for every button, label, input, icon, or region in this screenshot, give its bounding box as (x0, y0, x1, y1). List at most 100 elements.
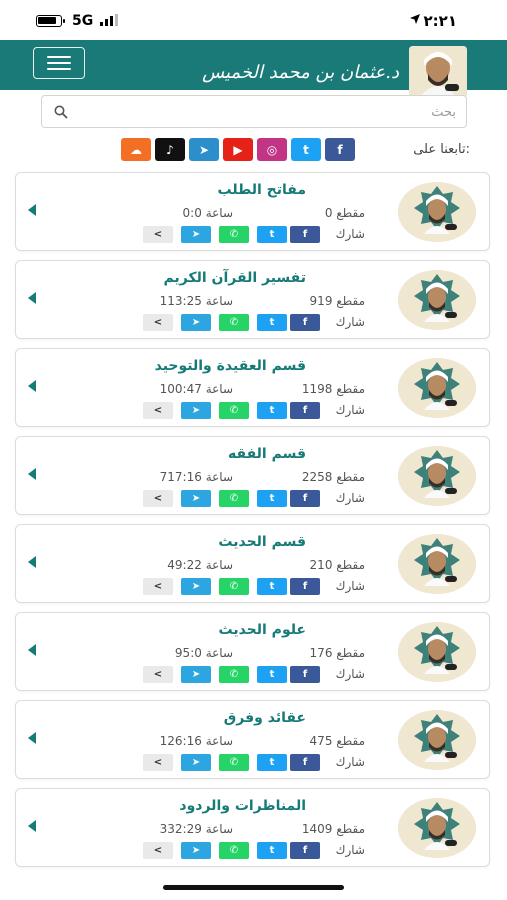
facebook-follow-button[interactable]: f (325, 138, 355, 161)
share-label: شارك (335, 403, 365, 417)
facebook-share-button[interactable]: f (290, 226, 320, 243)
whatsapp-share-button[interactable]: ✆ (219, 402, 249, 419)
follow-bar: تابعنا على: f t ◎ ▶ ➤ ♪ ☁ (0, 138, 507, 162)
twitter-share-button[interactable]: t (257, 578, 287, 595)
share-share-button[interactable]: < (143, 754, 173, 771)
category-card[interactable]: قسم الفقه 2258 مقطع 717:16 ساعة شارك f t ✆ ➤ < (15, 436, 490, 515)
whatsapp-share-button[interactable]: ✆ (219, 842, 249, 859)
facebook-share-button[interactable]: f (290, 666, 320, 683)
category-title[interactable]: قسم العقيدة والتوحيد (155, 358, 306, 374)
facebook-icon: f (337, 142, 343, 157)
share-label: شارك (335, 755, 365, 769)
expand-arrow-icon[interactable] (28, 380, 36, 392)
share-share-button[interactable]: < (143, 226, 173, 243)
instagram-follow-button[interactable]: ◎ (257, 138, 287, 161)
share-share-button[interactable]: < (143, 842, 173, 859)
facebook-share-button[interactable]: f (290, 314, 320, 331)
search-icon[interactable] (54, 105, 68, 119)
twitter-share-button[interactable]: t (257, 314, 287, 331)
expand-arrow-icon[interactable] (28, 468, 36, 480)
telegram-share-button[interactable]: ➤ (181, 754, 211, 771)
category-title[interactable]: مفاتح الطلب (218, 182, 306, 198)
share-label: شارك (335, 667, 365, 681)
menu-button[interactable] (33, 47, 85, 79)
category-card[interactable]: عقائد وفرق 475 مقطع 126:16 ساعة شارك f t ✆ ➤ < (15, 700, 490, 779)
telegram-follow-button[interactable]: ➤ (189, 138, 219, 161)
telegram-share-button[interactable]: ➤ (181, 666, 211, 683)
whatsapp-share-button[interactable]: ✆ (219, 666, 249, 683)
facebook-share-button[interactable]: f (290, 754, 320, 771)
category-title[interactable]: المناظرات والردود (179, 798, 306, 814)
facebook-share-button[interactable]: f (290, 578, 320, 595)
total-duration: 95:0 ساعة (174, 646, 233, 660)
share-icon: < (153, 229, 163, 240)
clock: ٢:٢١ (423, 12, 457, 30)
share-share-button[interactable]: < (143, 666, 173, 683)
facebook-icon: f (302, 581, 308, 592)
home-indicator (163, 885, 344, 890)
twitter-icon: t (269, 405, 275, 416)
search-input[interactable] (76, 100, 456, 124)
whatsapp-share-button[interactable]: ✆ (219, 490, 249, 507)
total-duration: 100:47 ساعة (159, 382, 233, 396)
category-card[interactable]: تفسير القرآن الكريم 919 مقطع 113:25 ساعة شا… (15, 260, 490, 339)
whatsapp-icon: ✆ (229, 405, 239, 416)
category-thumbnail (398, 622, 476, 682)
twitter-share-button[interactable]: t (257, 490, 287, 507)
telegram-share-button[interactable]: ➤ (181, 226, 211, 243)
instagram-icon: ◎ (266, 142, 278, 157)
telegram-share-button[interactable]: ➤ (181, 314, 211, 331)
telegram-share-button[interactable]: ➤ (181, 490, 211, 507)
share-share-button[interactable]: < (143, 578, 173, 595)
category-title[interactable]: عقائد وفرق (224, 710, 306, 726)
twitter-follow-button[interactable]: t (291, 138, 321, 161)
tiktok-follow-button[interactable]: ♪ (155, 138, 185, 161)
facebook-share-button[interactable]: f (290, 402, 320, 419)
expand-arrow-icon[interactable] (28, 820, 36, 832)
share-icon: < (153, 669, 163, 680)
category-thumbnail (398, 710, 476, 770)
twitter-share-button[interactable]: t (257, 666, 287, 683)
whatsapp-share-button[interactable]: ✆ (219, 754, 249, 771)
telegram-share-button[interactable]: ➤ (181, 402, 211, 419)
expand-arrow-icon[interactable] (28, 292, 36, 304)
soundcloud-follow-button[interactable]: ☁ (121, 138, 151, 161)
share-icon: < (153, 317, 163, 328)
twitter-share-button[interactable]: t (257, 402, 287, 419)
youtube-follow-button[interactable]: ▶ (223, 138, 253, 161)
whatsapp-share-button[interactable]: ✆ (219, 314, 249, 331)
category-title[interactable]: تفسير القرآن الكريم (164, 270, 306, 286)
category-title[interactable]: قسم الحديث (218, 534, 306, 550)
category-title[interactable]: علوم الحديث (219, 622, 307, 638)
twitter-share-button[interactable]: t (257, 226, 287, 243)
expand-arrow-icon[interactable] (28, 732, 36, 744)
share-share-button[interactable]: < (143, 490, 173, 507)
twitter-icon: t (303, 142, 309, 157)
whatsapp-share-button[interactable]: ✆ (219, 578, 249, 595)
expand-arrow-icon[interactable] (28, 204, 36, 216)
category-card[interactable]: قسم العقيدة والتوحيد 1198 مقطع 100:47 ساعة… (15, 348, 490, 427)
category-card[interactable]: مفاتح الطلب 0 مقطع 0:0 ساعة شارك f t ✆ ➤ < (15, 172, 490, 251)
share-share-button[interactable]: < (143, 314, 173, 331)
expand-arrow-icon[interactable] (28, 644, 36, 656)
category-card[interactable]: قسم الحديث 210 مقطع 49:22 ساعة شارك f t ✆ ➤ < (15, 524, 490, 603)
site-logo[interactable]: د.عثمان بن محمد الخميس (202, 40, 467, 98)
share-label: شارك (335, 315, 365, 329)
telegram-share-button[interactable]: ➤ (181, 842, 211, 859)
total-duration: 0:0 ساعة (182, 206, 233, 220)
whatsapp-share-button[interactable]: ✆ (219, 226, 249, 243)
expand-arrow-icon[interactable] (28, 556, 36, 568)
facebook-icon: f (302, 669, 308, 680)
share-icon: < (153, 757, 163, 768)
facebook-share-button[interactable]: f (290, 842, 320, 859)
twitter-share-button[interactable]: t (257, 754, 287, 771)
twitter-share-button[interactable]: t (257, 842, 287, 859)
telegram-icon: ➤ (191, 757, 201, 768)
facebook-share-button[interactable]: f (290, 490, 320, 507)
facebook-icon: f (302, 317, 308, 328)
category-card[interactable]: المناظرات والردود 1409 مقطع 332:29 ساعة شار… (15, 788, 490, 867)
share-share-button[interactable]: < (143, 402, 173, 419)
category-title[interactable]: قسم الفقه (228, 446, 306, 462)
telegram-share-button[interactable]: ➤ (181, 578, 211, 595)
category-card[interactable]: علوم الحديث 176 مقطع 95:0 ساعة شارك f t ✆ ➤ < (15, 612, 490, 691)
